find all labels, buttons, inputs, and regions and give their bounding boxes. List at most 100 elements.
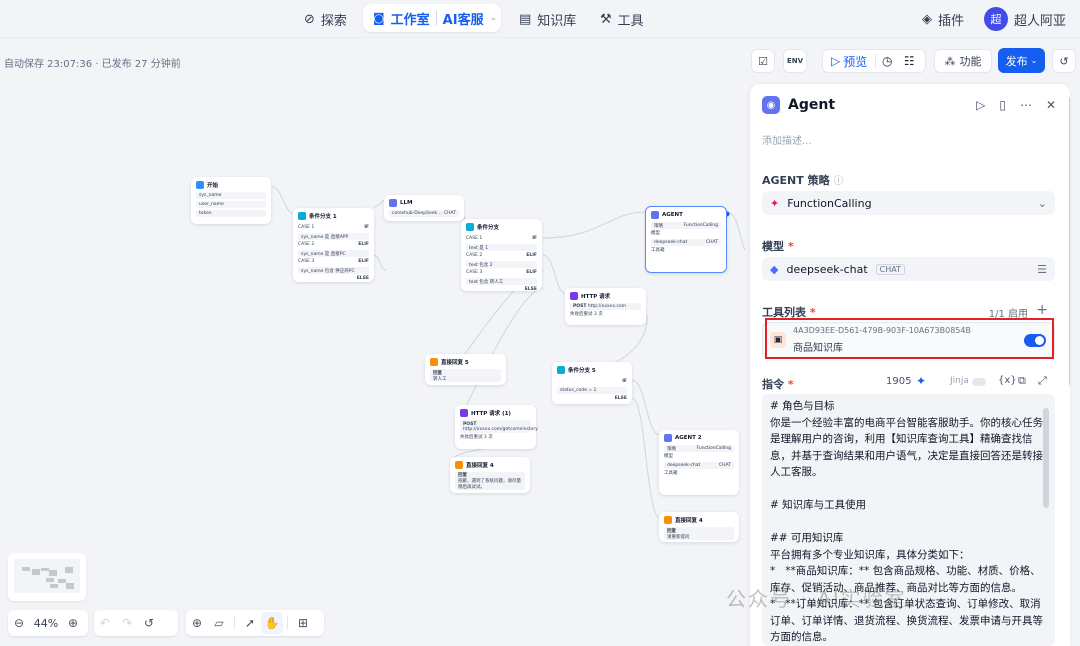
case-row: CASE 2 ELIF [298, 240, 369, 248]
description-input[interactable]: 添加描述... [762, 132, 812, 147]
add-note-button[interactable]: ▱ [208, 612, 230, 634]
nav-plugins[interactable]: ◈ 插件 [922, 8, 964, 30]
condition-text: text 是 1 [469, 245, 489, 251]
workflow-canvas[interactable]: 开始 sys_name user_name token 条件分支 1 CASE … [0, 80, 748, 646]
reply-box: 回复 转人工 [430, 369, 501, 382]
node-condition-5[interactable]: 条件分支 5 IF status_code = 1 ELSE [552, 362, 632, 404]
condition-text: sys_name 是 直接PC [301, 251, 346, 257]
node-config-panel: ◉ Agent ▷ ▯ ⋯ ✕ 添加描述... AGENT 策略 ⓘ ✦ Fun… [750, 84, 1070, 646]
condition-text: text 包含 转人工 [469, 279, 504, 285]
retry-note: 失败后重试 3 次 [460, 435, 493, 440]
features-button[interactable]: ⁂ 功能 [934, 49, 992, 73]
node-http-request-1[interactable]: HTTP 请求 (1) POST http://xxxxx.com/getcom… [455, 405, 538, 449]
settings-sliders-icon[interactable]: ☰ [1037, 263, 1047, 276]
node-http-request[interactable]: HTTP 请求 POST http://xxxxx.com 失败后重试 3 次 [565, 288, 646, 325]
env-icon: ENV [786, 57, 804, 65]
condition-row: status_code = 1 [557, 387, 627, 394]
strategy-label: AGENT 策略 [762, 174, 830, 187]
version-history-button[interactable]: ↺ [1052, 49, 1076, 73]
node-condition-1[interactable]: 条件分支 1 CASE 1 IF sys_name 是 直接APP CASE 2 E… [293, 208, 374, 282]
zoom-out-button[interactable]: ⊖ [8, 612, 30, 634]
panel-scrollbar[interactable] [1069, 96, 1070, 386]
case-label: CASE 3 [298, 258, 315, 264]
jinja-toggle[interactable] [972, 378, 986, 386]
redo-icon: ↷ [121, 616, 133, 630]
panel-title[interactable]: Agent [788, 97, 835, 113]
var-row: token [196, 210, 266, 217]
run-toolbar: ▷ 预览 ◷ ☷ [822, 49, 926, 73]
chevron-down-icon[interactable]: ⌄ [490, 13, 498, 23]
node-direct-reply-4[interactable]: 直接回复 4 回复 抱歉，遇到了系统问题，请尽量稍后再试试。 [450, 457, 530, 493]
organize-button[interactable]: ⊞ [292, 612, 314, 634]
zoom-controls: ⊖ 44% ⊕ [8, 610, 88, 636]
variable-insert-button[interactable]: {x} [998, 375, 1017, 386]
help-icon[interactable]: ⓘ [833, 176, 843, 187]
node-direct-reply-4b[interactable]: 直接回复 4 回复 请重新提问 [659, 512, 739, 542]
checklist-run-button[interactable]: ☷ [898, 54, 920, 68]
var-row: sys_name [196, 192, 266, 199]
node-start[interactable]: 开始 sys_name user_name token [191, 177, 271, 224]
condition-row: text 是 1 [466, 244, 537, 251]
strategy-select[interactable]: ✦ FunctionCalling ⌄ [762, 191, 1055, 215]
add-node-button[interactable]: ⊕ [186, 612, 208, 634]
run-step-button[interactable]: ▷ [976, 98, 985, 112]
node-title: AGENT [662, 212, 683, 218]
env-button[interactable]: ENV [783, 49, 807, 73]
preview-button[interactable]: ▷ 预览 [823, 53, 875, 70]
zoom-level[interactable]: 44% [30, 617, 62, 630]
case-label: CASE 3 [466, 269, 483, 275]
zoom-in-icon: ⊕ [67, 616, 79, 630]
close-button[interactable]: ✕ [1046, 98, 1056, 112]
instruction-scrollbar[interactable] [1043, 408, 1049, 508]
chevron-down-icon: ⌄ [1037, 196, 1047, 210]
hand-mode-button[interactable]: ✋ [261, 612, 283, 634]
nav-explore-label: 探索 [320, 13, 347, 29]
undo-button[interactable]: ↶ [94, 612, 116, 634]
case-type: ELIF [526, 269, 537, 275]
nav-explore[interactable]: ⊘ 探索 [304, 8, 347, 30]
retry-row: 失败后重试 3 次 [570, 310, 641, 318]
panel-actions: ▷ ▯ ⋯ ✕ [976, 98, 1056, 112]
history-button[interactable]: ↺ [138, 612, 160, 634]
nav-knowledge[interactable]: ▤ 知识库 [519, 8, 576, 30]
node-agent-2[interactable]: AGENT 2 策略 FunctionCalling 模型 deepseek-ch… [659, 430, 739, 495]
nav-tools[interactable]: ⚒ 工具 [600, 8, 644, 30]
request-row: POST http://xxxxx.com [570, 303, 641, 310]
history-run-button[interactable]: ◷ [876, 54, 898, 68]
model-select[interactable]: ◆ deepseek-chat CHAT ☰ [762, 257, 1055, 281]
model-name: coreshub-DeepSeek... [392, 211, 442, 216]
node-direct-reply-5[interactable]: 直接回复 5 回复 转人工 [425, 354, 506, 385]
minimap[interactable] [8, 553, 86, 601]
node-title: 直接回复 5 [441, 360, 469, 366]
publish-button[interactable]: 发布 ⌄ [998, 48, 1045, 73]
nav-studio[interactable]: ◙ 工作室 AI客服 ⌄ [363, 4, 501, 32]
condition-row: text 包含 转人工 [466, 278, 537, 285]
node-title: AGENT 2 [675, 435, 702, 441]
add-tool-button[interactable]: + [1036, 302, 1048, 318]
user-menu[interactable]: 超 超人阿亚 [984, 5, 1066, 33]
history-controls: ↶ ↷ ↺ [94, 610, 178, 636]
pointer-mode-button[interactable]: ➚ [239, 612, 261, 634]
node-llm[interactable]: LLM coreshub-DeepSeek... CHAT [384, 195, 464, 221]
node-condition[interactable]: 条件分支 CASE 1 IF text 是 1 CASE 2 ELIF text 包… [461, 219, 542, 292]
jinja-label: Jinja [950, 376, 969, 386]
var-name: user_name [199, 202, 224, 207]
node-title: 直接回复 4 [675, 518, 703, 524]
zoom-in-button[interactable]: ⊕ [62, 612, 84, 634]
app-selector-label[interactable]: AI客服 [443, 9, 484, 28]
redo-button[interactable]: ↷ [116, 612, 138, 634]
request-row: POST http://xxxxx.com/getcomeinstory [460, 420, 538, 433]
sparkle-icon[interactable]: ✦ [916, 374, 926, 388]
case-label: CASE 1 [466, 235, 483, 241]
help-doc-button[interactable]: ▯ [999, 98, 1006, 112]
checklist-button[interactable]: ☑ [751, 49, 775, 73]
field-label: 模型 [651, 231, 660, 236]
copy-icon[interactable]: ⧉ [1018, 374, 1026, 388]
case-row: ELSE [557, 394, 627, 402]
more-button[interactable]: ⋯ [1020, 98, 1032, 112]
expand-icon[interactable]: ⤢ [1038, 374, 1047, 388]
branch-icon [298, 212, 306, 220]
agent-icon [664, 434, 672, 442]
http-url: http://xxxxx.com [587, 304, 627, 309]
node-agent[interactable]: AGENT 策略 FunctionCalling 模型 deepseek-chat… [645, 206, 727, 273]
